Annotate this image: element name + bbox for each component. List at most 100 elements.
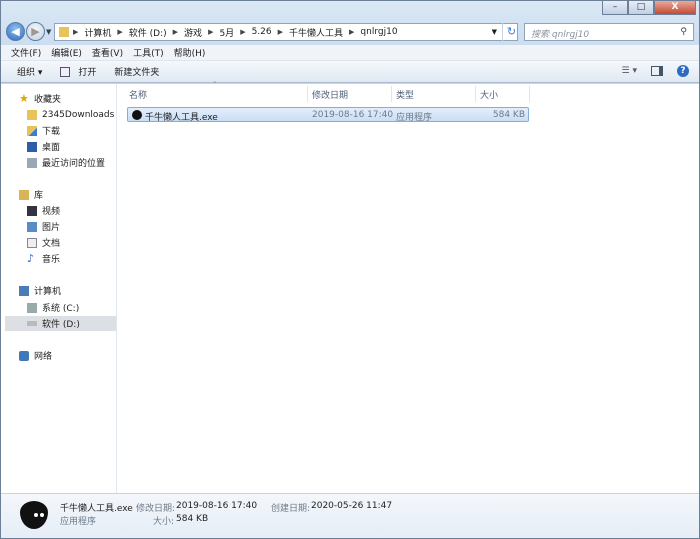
- close-button[interactable]: X: [654, 0, 696, 15]
- file-modified: 2019-08-16 17:40: [312, 110, 394, 120]
- sidebar-network[interactable]: 网络: [5, 348, 116, 363]
- sidebar-label: 软件 (D:): [42, 320, 80, 330]
- column-name[interactable]: 名称: [125, 86, 308, 102]
- menu-edit[interactable]: 编辑(E): [51, 46, 82, 59]
- sidebar-item-pictures[interactable]: 图片: [5, 219, 116, 234]
- menu-view[interactable]: 查看(V): [92, 46, 123, 59]
- sidebar-item-videos[interactable]: 视频: [5, 203, 116, 218]
- folder-icon: [27, 109, 37, 120]
- sidebar-label: 桌面: [42, 143, 61, 153]
- folder-icon: [59, 27, 69, 37]
- breadcrumb-arrow[interactable]: ▶: [208, 28, 213, 36]
- breadcrumb-computer[interactable]: 计算机: [84, 26, 111, 39]
- column-type[interactable]: 类型: [392, 86, 476, 102]
- sidebar-label: 文档: [42, 239, 61, 249]
- address-bar[interactable]: ▶ 计算机 ▶ 软件 (D:) ▶ 游戏 ▶ 5月 ▶ 5.26 ▶ 千牛懒人工具 ▶ qn…: [54, 23, 518, 41]
- forward-button[interactable]: ▶: [26, 22, 45, 41]
- sort-indicator-icon: ˄: [213, 81, 217, 89]
- navigation-pane: ★ 收藏夹 2345Downloads 下载 桌面 最近访问的位置 库 视频 图片…: [1, 84, 117, 493]
- sidebar-label: 图片: [42, 223, 61, 233]
- details-file-type: 应用程序: [60, 517, 97, 527]
- file-row[interactable]: 千牛懒人工具.exe 2019-08-16 17:40 应用程序 584 KB: [127, 107, 529, 123]
- file-type: 应用程序: [396, 113, 433, 123]
- search-icon[interactable]: ⚲: [680, 27, 687, 37]
- new-folder-button[interactable]: 新建文件夹: [114, 65, 159, 78]
- breadcrumb-arrow[interactable]: ▶: [173, 28, 178, 36]
- file-list: 名称 ˄ 修改日期 类型 大小 千牛懒人工具.exe 2019-08-16 17…: [117, 81, 699, 493]
- breadcrumb-arrow[interactable]: ▶: [278, 28, 283, 36]
- minimize-button[interactable]: –: [602, 0, 628, 15]
- sidebar-label: 系统 (C:): [42, 304, 80, 314]
- search-input[interactable]: 搜索 qnlrgj10 ⚲: [524, 23, 694, 41]
- sidebar-label: 最近访问的位置: [42, 159, 106, 169]
- back-button[interactable]: ◀: [6, 22, 25, 41]
- details-created-label: 创建日期:: [271, 504, 311, 514]
- menu-file[interactable]: 文件(F): [11, 46, 41, 59]
- organize-button[interactable]: 组织 ▾: [17, 65, 42, 78]
- download-folder-icon: [27, 125, 37, 136]
- sidebar-item-recent[interactable]: 最近访问的位置: [5, 155, 116, 170]
- menu-bar: 文件(F) 编辑(E) 查看(V) 工具(T) 帮助(H): [1, 45, 699, 61]
- app-large-icon: [20, 501, 48, 529]
- refresh-icon[interactable]: ↻: [502, 23, 520, 41]
- drive-icon: [27, 321, 37, 326]
- nav-buttons: ◀ ▶ ▼: [6, 22, 51, 41]
- breadcrumb-arrow[interactable]: ▶: [117, 28, 122, 36]
- preview-pane-icon[interactable]: [651, 66, 663, 76]
- maximize-button[interactable]: □: [628, 0, 654, 15]
- column-modified[interactable]: 修改日期: [308, 86, 392, 102]
- sidebar-item-music[interactable]: ♪ 音乐: [5, 251, 116, 266]
- help-icon[interactable]: ?: [677, 65, 689, 77]
- address-dropdown-icon[interactable]: ▼: [492, 28, 497, 36]
- breadcrumb-526[interactable]: 5.26: [252, 27, 272, 37]
- breadcrumb-current[interactable]: qnlrgj10: [360, 27, 397, 37]
- details-size: 584 KB: [176, 514, 209, 524]
- sidebar-item-desktop[interactable]: 桌面: [5, 139, 116, 154]
- sidebar-label: 收藏夹: [34, 95, 62, 105]
- open-button[interactable]: 打开: [60, 65, 96, 78]
- sidebar-item-drive-d[interactable]: 软件 (D:): [5, 316, 116, 331]
- breadcrumb-drive[interactable]: 软件 (D:): [129, 26, 167, 39]
- system-drive-icon: [27, 302, 37, 313]
- sidebar-item-documents[interactable]: 文档: [5, 235, 116, 250]
- desktop-icon: [27, 141, 37, 152]
- menu-help[interactable]: 帮助(H): [174, 46, 206, 59]
- video-icon: [27, 205, 37, 216]
- details-file-name: 千牛懒人工具.exe: [60, 504, 133, 514]
- sidebar-label: 库: [34, 191, 44, 201]
- music-icon: ♪: [27, 251, 35, 265]
- details-modified-label: 修改日期:: [136, 504, 176, 514]
- sidebar-computer[interactable]: 计算机: [5, 283, 116, 298]
- breadcrumb-arrow[interactable]: ▶: [240, 28, 245, 36]
- menu-tools[interactable]: 工具(T): [133, 46, 164, 59]
- network-icon: [19, 350, 29, 361]
- details-pane: 千牛懒人工具.exe 应用程序 修改日期: 2019-08-16 17:40 大…: [1, 493, 699, 538]
- view-options-icon[interactable]: ☰ ▾: [622, 66, 637, 76]
- sidebar-label: 视频: [42, 207, 61, 217]
- column-size[interactable]: 大小: [476, 86, 530, 102]
- computer-icon: [19, 285, 29, 296]
- breadcrumb-may[interactable]: 5月: [219, 26, 234, 39]
- sidebar-item-downloads[interactable]: 下载: [5, 123, 116, 138]
- sidebar-label: 音乐: [42, 255, 61, 265]
- breadcrumb-arrow[interactable]: ▶: [73, 28, 78, 36]
- pictures-icon: [27, 221, 37, 232]
- sidebar-item-drive-c[interactable]: 系统 (C:): [5, 300, 116, 315]
- details-size-label: 大小:: [153, 517, 175, 527]
- sidebar-item-downloads2345[interactable]: 2345Downloads: [5, 107, 116, 122]
- recent-pages-dropdown[interactable]: ▼: [46, 28, 51, 36]
- breadcrumb-tool[interactable]: 千牛懒人工具: [289, 26, 343, 39]
- file-size: 584 KB: [492, 110, 525, 120]
- details-created: 2020-05-26 11:47: [311, 501, 393, 511]
- open-icon: [60, 66, 71, 77]
- search-placeholder: 搜索 qnlrgj10: [531, 30, 590, 40]
- sidebar-favorites[interactable]: ★ 收藏夹: [5, 91, 116, 106]
- documents-icon: [27, 237, 37, 248]
- caption-buttons: – □ X: [602, 0, 696, 15]
- open-label: 打开: [78, 68, 97, 78]
- breadcrumb-arrow[interactable]: ▶: [349, 28, 354, 36]
- sidebar-libraries[interactable]: 库: [5, 187, 116, 202]
- details-modified: 2019-08-16 17:40: [176, 501, 258, 511]
- breadcrumb-games[interactable]: 游戏: [184, 26, 202, 39]
- sidebar-label: 计算机: [34, 287, 62, 297]
